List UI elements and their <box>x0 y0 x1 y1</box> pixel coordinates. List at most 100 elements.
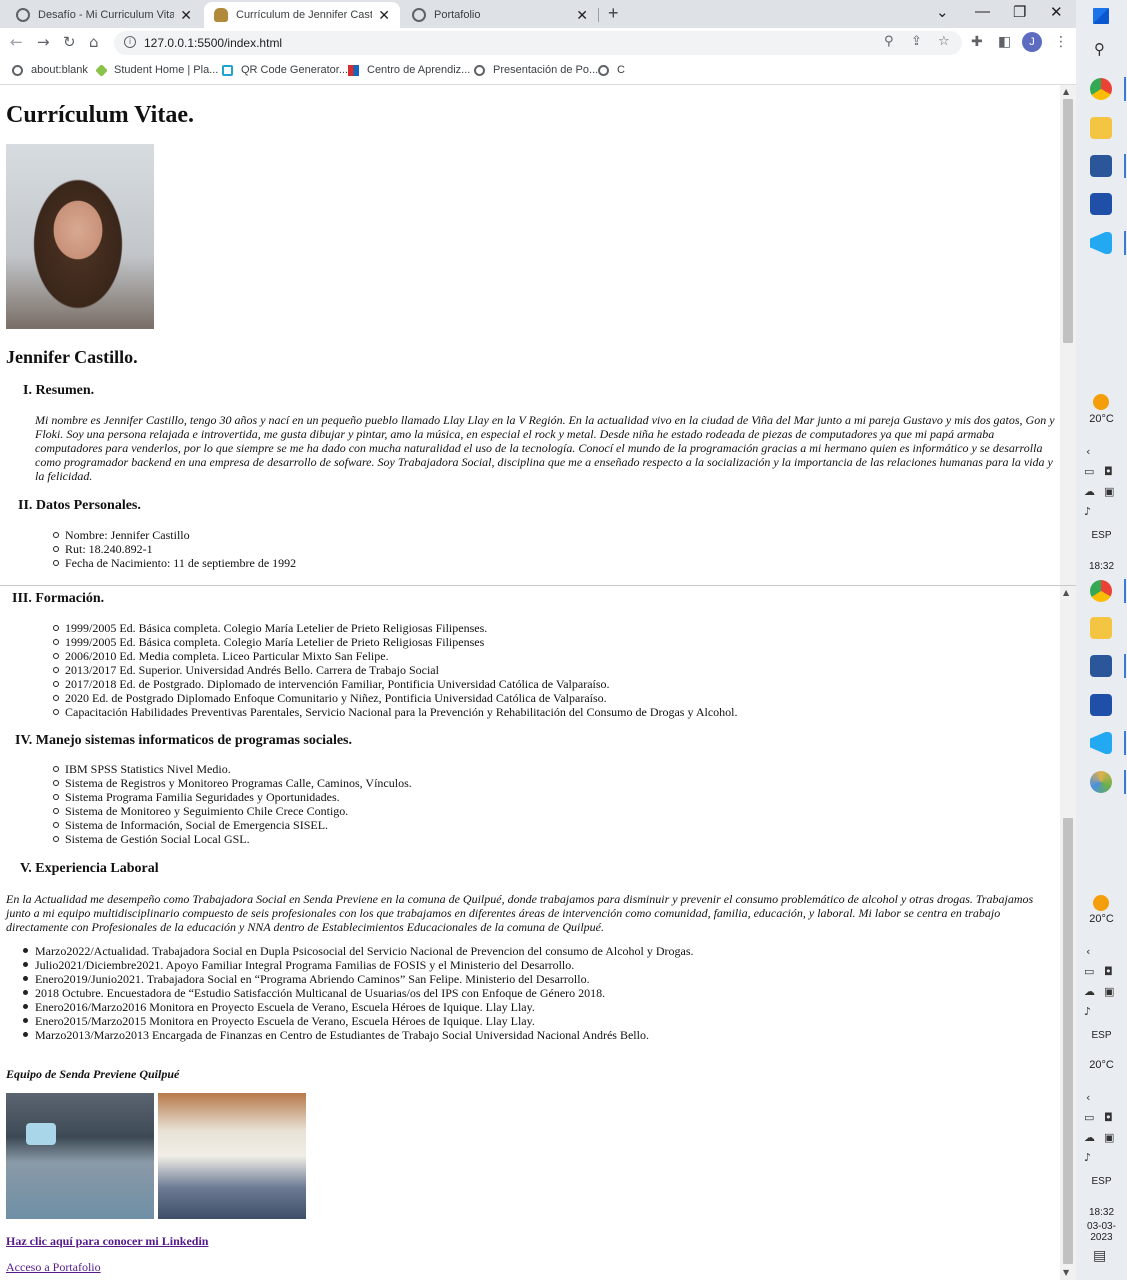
volume-icon[interactable]: ♪ <box>1084 1005 1091 1018</box>
language-indicator[interactable]: ESP <box>1076 530 1127 541</box>
restore-button[interactable]: ❐ <box>1013 3 1026 21</box>
chevron-left-icon[interactable]: ‹ <box>1086 445 1090 458</box>
menu-kebab-icon[interactable]: ⋮ <box>1054 34 1068 50</box>
windows-taskbar: ⚲ 20°C ‹ ▭ ◘ ☁ ▣ ♪ ESP 18:32 20°C ‹ ▭ ◘ … <box>1076 0 1127 1280</box>
sistemas-list: IBM SPSS Statistics Nivel Medio. Sistema… <box>53 762 412 846</box>
list-item: Enero2019/Junio2021. Trabajadora Social … <box>23 972 694 986</box>
profile-avatar[interactable]: J <box>1022 32 1042 52</box>
scrollbar-thumb[interactable] <box>1063 99 1073 343</box>
bookmark-c[interactable]: C <box>598 64 625 76</box>
camera-icon[interactable]: ◘ <box>1104 965 1113 978</box>
active-app-indicator <box>1124 654 1126 678</box>
meet-icon[interactable]: ▣ <box>1104 985 1114 998</box>
scroll-up-arrow-icon[interactable]: ▲ <box>1063 87 1069 96</box>
meet-icon[interactable]: ▣ <box>1104 1131 1114 1144</box>
weather-sun-icon[interactable] <box>1093 895 1109 911</box>
windows-start-icon[interactable] <box>1093 8 1109 24</box>
meet-icon[interactable]: ▣ <box>1104 485 1114 498</box>
cloud-icon[interactable]: ☁ <box>1084 1131 1095 1144</box>
close-tab-icon[interactable]: ✕ <box>378 7 390 24</box>
close-tab-icon[interactable]: ✕ <box>180 7 192 24</box>
vscode-icon[interactable] <box>1090 732 1112 754</box>
clock-date[interactable]: 03-03-2023 <box>1076 1221 1127 1243</box>
linkedin-link[interactable]: Haz clic aquí para conocer mi Linkedin <box>6 1234 208 1249</box>
clock-time[interactable]: 18:32 <box>1076 561 1127 572</box>
close-window-button[interactable]: ✕ <box>1050 3 1063 21</box>
list-item: Fecha de Nacimiento: 11 de septiembre de… <box>52 556 297 570</box>
language-indicator[interactable]: ESP <box>1076 1176 1127 1187</box>
battery-icon[interactable]: ▭ <box>1084 1111 1094 1124</box>
chrome-icon[interactable] <box>1090 78 1112 100</box>
scrollbar-bottom[interactable]: ▲ ▼ <box>1060 586 1076 1280</box>
profile-photo <box>6 144 154 329</box>
volume-icon[interactable]: ♪ <box>1084 505 1091 518</box>
weather-sun-icon[interactable] <box>1093 394 1109 410</box>
tab-portafolio[interactable]: Portafolio ✕ <box>402 2 598 28</box>
bookmark-about-blank[interactable]: about:blank <box>12 64 88 76</box>
camera-icon[interactable]: ◘ <box>1104 465 1113 478</box>
home-icon[interactable]: ⌂ <box>89 33 99 51</box>
close-tab-icon[interactable]: ✕ <box>576 7 588 24</box>
bookmark-centro-aprendizaje[interactable]: Centro de Aprendiz... <box>348 64 470 76</box>
bookmark-qr-code[interactable]: QR Code Generator... <box>222 64 348 76</box>
chrome-icon[interactable] <box>1090 580 1112 602</box>
word-icon[interactable] <box>1090 155 1112 177</box>
active-app-indicator <box>1124 579 1126 603</box>
list-item: Nombre: Jennifer Castillo <box>52 528 296 542</box>
datos-list: Nombre: Jennifer Castillo Rut: 18.240.89… <box>52 528 297 570</box>
tab-title: Currículum de Jennifer Castillo. <box>236 9 373 21</box>
notifications-icon[interactable]: ▤ <box>1093 1248 1106 1264</box>
extensions-icon[interactable]: ✚ <box>971 34 983 50</box>
app-icon[interactable] <box>1090 694 1112 716</box>
forward-arrow-icon[interactable]: → <box>37 33 50 51</box>
tab-search-chevron-icon[interactable]: ⌄ <box>936 3 949 21</box>
chevron-left-icon[interactable]: ‹ <box>1086 945 1090 958</box>
reload-icon[interactable]: ↻ <box>63 33 76 51</box>
side-panel-icon[interactable]: ◧ <box>998 34 1011 50</box>
page-viewport-bottom[interactable]: III. Formación. 1999/2005 Ed. Básica com… <box>0 586 1060 1280</box>
share-icon[interactable]: ⇪ <box>911 34 922 49</box>
file-explorer-icon[interactable] <box>1090 117 1112 139</box>
bookmark-label: Centro de Aprendiz... <box>367 64 471 76</box>
url-text[interactable]: 127.0.0.1:5500/index.html <box>144 36 282 50</box>
language-indicator[interactable]: ESP <box>1076 1030 1127 1041</box>
paint-icon[interactable] <box>1090 771 1112 793</box>
vscode-icon[interactable] <box>1090 232 1112 254</box>
bookmark-student-home[interactable]: Student Home | Pla... <box>95 63 218 77</box>
app-icon[interactable] <box>1090 193 1112 215</box>
tab-separator <box>598 8 599 22</box>
back-arrow-icon[interactable]: ← <box>10 33 23 51</box>
scrollbar-top[interactable]: ▲ <box>1060 85 1076 585</box>
cloud-icon[interactable]: ☁ <box>1084 485 1095 498</box>
list-item: 2018 Octubre. Encuestadora de “Estudio S… <box>23 986 694 1000</box>
battery-icon[interactable]: ▭ <box>1084 965 1094 978</box>
word-icon[interactable] <box>1090 655 1112 677</box>
star-icon[interactable]: ☆ <box>938 34 950 49</box>
minimize-button[interactable]: — <box>975 3 990 20</box>
volume-icon[interactable]: ♪ <box>1084 1151 1091 1164</box>
clock-time[interactable]: 18:32 <box>1076 1207 1127 1218</box>
tab-desafio[interactable]: Desafío - Mi Curriculum Vitae en ✕ <box>6 2 202 28</box>
new-tab-button[interactable]: + <box>608 3 619 24</box>
info-icon[interactable]: i <box>124 36 136 48</box>
bookmark-presentacion[interactable]: Presentación de Po... <box>474 64 598 76</box>
list-item: Sistema de Información, Social de Emerge… <box>53 818 412 832</box>
tab-title: Portafolio <box>434 9 481 21</box>
scroll-down-arrow-icon[interactable]: ▼ <box>1063 1268 1069 1277</box>
address-bar[interactable]: i 127.0.0.1:5500/index.html ⚲ ⇪ ☆ <box>114 31 962 55</box>
file-explorer-icon[interactable] <box>1090 617 1112 639</box>
scroll-up-arrow-icon[interactable]: ▲ <box>1063 588 1069 597</box>
experiencia-list: Marzo2022/Actualidad. Trabajadora Social… <box>23 944 694 1042</box>
battery-icon[interactable]: ▭ <box>1084 465 1094 478</box>
portfolio-link[interactable]: Acceso a Portafolio <box>6 1260 101 1275</box>
search-icon[interactable]: ⚲ <box>1094 40 1105 58</box>
zoom-icon[interactable]: ⚲ <box>884 34 894 49</box>
cloud-icon[interactable]: ☁ <box>1084 985 1095 998</box>
tab-curriculum[interactable]: Currículum de Jennifer Castillo. ✕ <box>204 2 400 28</box>
active-app-indicator <box>1124 231 1126 255</box>
camera-icon[interactable]: ◘ <box>1104 1111 1113 1124</box>
scrollbar-thumb[interactable] <box>1063 818 1073 1264</box>
chevron-left-icon[interactable]: ‹ <box>1086 1091 1090 1104</box>
section-heading-sistemas: IV. Manejo sistemas informaticos de prog… <box>15 733 353 748</box>
page-viewport-top[interactable]: Currículum Vitae. Jennifer Castillo. I. … <box>0 85 1060 585</box>
